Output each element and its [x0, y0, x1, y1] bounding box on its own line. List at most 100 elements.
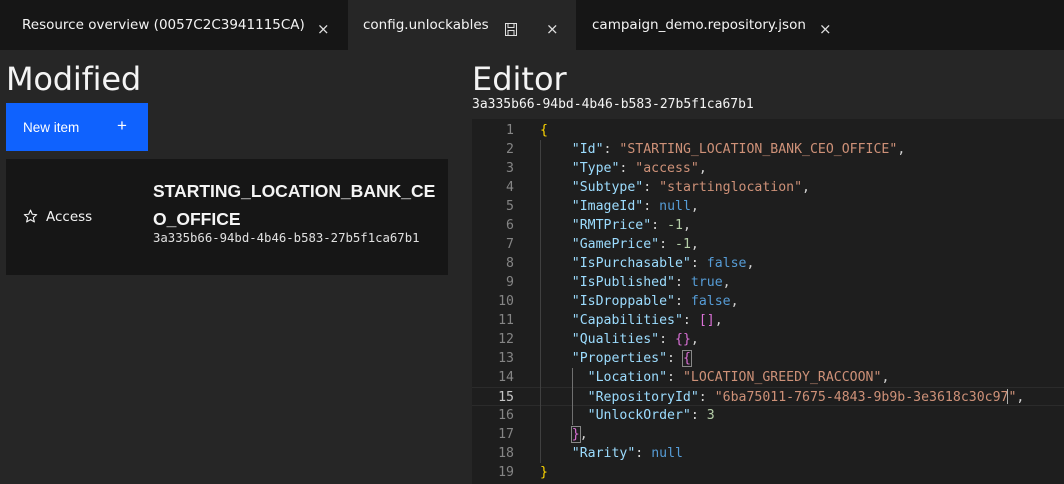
code-token: "Capabilities": [571, 313, 683, 328]
code-token: ,: [746, 256, 755, 271]
code-token: 3: [706, 408, 715, 423]
indent-guide: [540, 140, 541, 463]
code-text: "IsDroppable": false,: [540, 292, 739, 311]
code-line[interactable]: 15 "RepositoryId": "6ba75011-7675-4843-9…: [472, 387, 1064, 406]
code-token: "Location": [587, 370, 668, 385]
new-item-button[interactable]: New item +: [6, 103, 148, 151]
code-token: "IsDroppable": [571, 294, 675, 309]
code-token: false: [706, 256, 747, 271]
editor-title: Editor: [472, 60, 567, 98]
code-token: "ImageId": [571, 199, 644, 214]
code-token: {: [681, 350, 692, 367]
line-number: 17: [498, 427, 514, 442]
code-line[interactable]: 19}: [472, 463, 1064, 482]
code-token: "6ba75011-7675-4843-9b9b-3e3618c30c97: [714, 390, 1009, 405]
code-token: ,: [1016, 390, 1025, 405]
line-number: 1: [506, 123, 514, 138]
code-token: "RepositoryId": [587, 390, 699, 405]
tab-label: Resource overview (0057C2C3941115CA): [22, 17, 305, 33]
code-line[interactable]: 9 "IsPublished": true,: [472, 273, 1064, 292]
code-token: :: [659, 237, 675, 252]
tab-resource-overview[interactable]: Resource overview (0057C2C3941115CA) ×: [0, 0, 348, 50]
close-icon[interactable]: ×: [546, 22, 559, 37]
code-token: ,: [698, 161, 707, 176]
code-line[interactable]: 12 "Qualities": {},: [472, 330, 1064, 349]
line-number: 10: [498, 294, 514, 309]
code-token: }: [570, 426, 581, 443]
code-token: :: [651, 218, 668, 233]
tab-campaign-demo-repository[interactable]: campaign_demo.repository.json ×: [576, 0, 838, 50]
modified-item-card[interactable]: Access STARTING_LOCATION_BANK_CEO_OFFICE…: [6, 159, 448, 275]
code-line[interactable]: 11 "Capabilities": [],: [472, 311, 1064, 330]
code-token: ,: [690, 237, 699, 252]
code-text: "ImageId": null,: [540, 197, 699, 216]
code-line[interactable]: 3 "Type": "access",: [472, 159, 1064, 178]
code-line[interactable]: 1{: [472, 121, 1064, 140]
code-line[interactable]: 5 "ImageId": null,: [472, 197, 1064, 216]
line-number: 9: [506, 275, 514, 290]
code-token: "Id": [571, 142, 604, 157]
code-line[interactable]: 4 "Subtype": "startinglocation",: [472, 178, 1064, 197]
close-icon[interactable]: ×: [317, 22, 330, 37]
code-token: "Properties": [571, 351, 668, 366]
code-token: ,: [730, 294, 739, 309]
code-text: }: [540, 463, 548, 482]
code-line[interactable]: 6 "RMTPrice": -1,: [472, 216, 1064, 235]
code-line[interactable]: 18 "Rarity": null: [472, 444, 1064, 463]
code-text: "IsPublished": true,: [540, 273, 731, 292]
code-line[interactable]: 14 "Location": "LOCATION_GREEDY_RACCOON"…: [472, 368, 1064, 387]
code-line[interactable]: 8 "IsPurchasable": false,: [472, 254, 1064, 273]
code-text: "Type": "access",: [540, 159, 707, 178]
close-icon[interactable]: ×: [819, 22, 832, 37]
code-token: "Rarity": [571, 446, 636, 461]
code-line[interactable]: 10 "IsDroppable": false,: [472, 292, 1064, 311]
code-token: "LOCATION_GREEDY_RACCOON": [682, 370, 882, 385]
line-number: 4: [506, 180, 514, 195]
code-line[interactable]: 2 "Id": "STARTING_LOCATION_BANK_CEO_OFFI…: [472, 140, 1064, 159]
tab-config-unlockables[interactable]: config.unlockables ×: [348, 0, 576, 50]
code-line[interactable]: 17 },: [472, 425, 1064, 444]
line-number: 13: [498, 351, 514, 366]
plus-icon: +: [117, 116, 127, 135]
line-number: 7: [506, 237, 514, 252]
code-token: ,: [722, 275, 731, 290]
code-text: "Location": "LOCATION_GREEDY_RACCOON",: [540, 368, 890, 387]
code-line[interactable]: 13 "Properties": {: [472, 349, 1064, 368]
code-text: },: [540, 425, 588, 444]
code-line[interactable]: 16 "UnlockOrder": 3: [472, 406, 1064, 425]
code-token: }: [540, 465, 548, 480]
code-token: ,: [881, 370, 890, 385]
line-number: 11: [498, 313, 514, 328]
code-line[interactable]: 7 "GamePrice": -1,: [472, 235, 1064, 254]
line-number: 19: [498, 465, 514, 480]
tab-bar: Resource overview (0057C2C3941115CA) × c…: [0, 0, 1064, 50]
code-token: ,: [682, 218, 691, 233]
code-token: "STARTING_LOCATION_BANK_CEO_OFFICE": [619, 142, 898, 157]
code-editor[interactable]: 1{2 "Id": "STARTING_LOCATION_BANK_CEO_OF…: [472, 119, 1064, 484]
code-token: "IsPublished": [571, 275, 675, 290]
line-number: 16: [498, 408, 514, 423]
code-token: "GamePrice": [571, 237, 660, 252]
modified-title: Modified: [6, 60, 141, 98]
item-name: STARTING_LOCATION_BANK_CEO_OFFICE: [153, 181, 436, 229]
line-number: 18: [498, 446, 514, 461]
code-token: "UnlockOrder": [587, 408, 691, 423]
code-token: {: [540, 123, 548, 138]
code-token: null: [651, 446, 683, 461]
code-token: :: [682, 313, 699, 328]
code-text: "Id": "STARTING_LOCATION_BANK_CEO_OFFICE…: [540, 140, 906, 159]
code-token: :: [643, 199, 660, 214]
code-token: ,: [690, 332, 699, 347]
code-text: "Subtype": "startinglocation",: [540, 178, 810, 197]
code-token: "RMTPrice": [571, 218, 652, 233]
code-token: "Subtype": [571, 180, 644, 195]
